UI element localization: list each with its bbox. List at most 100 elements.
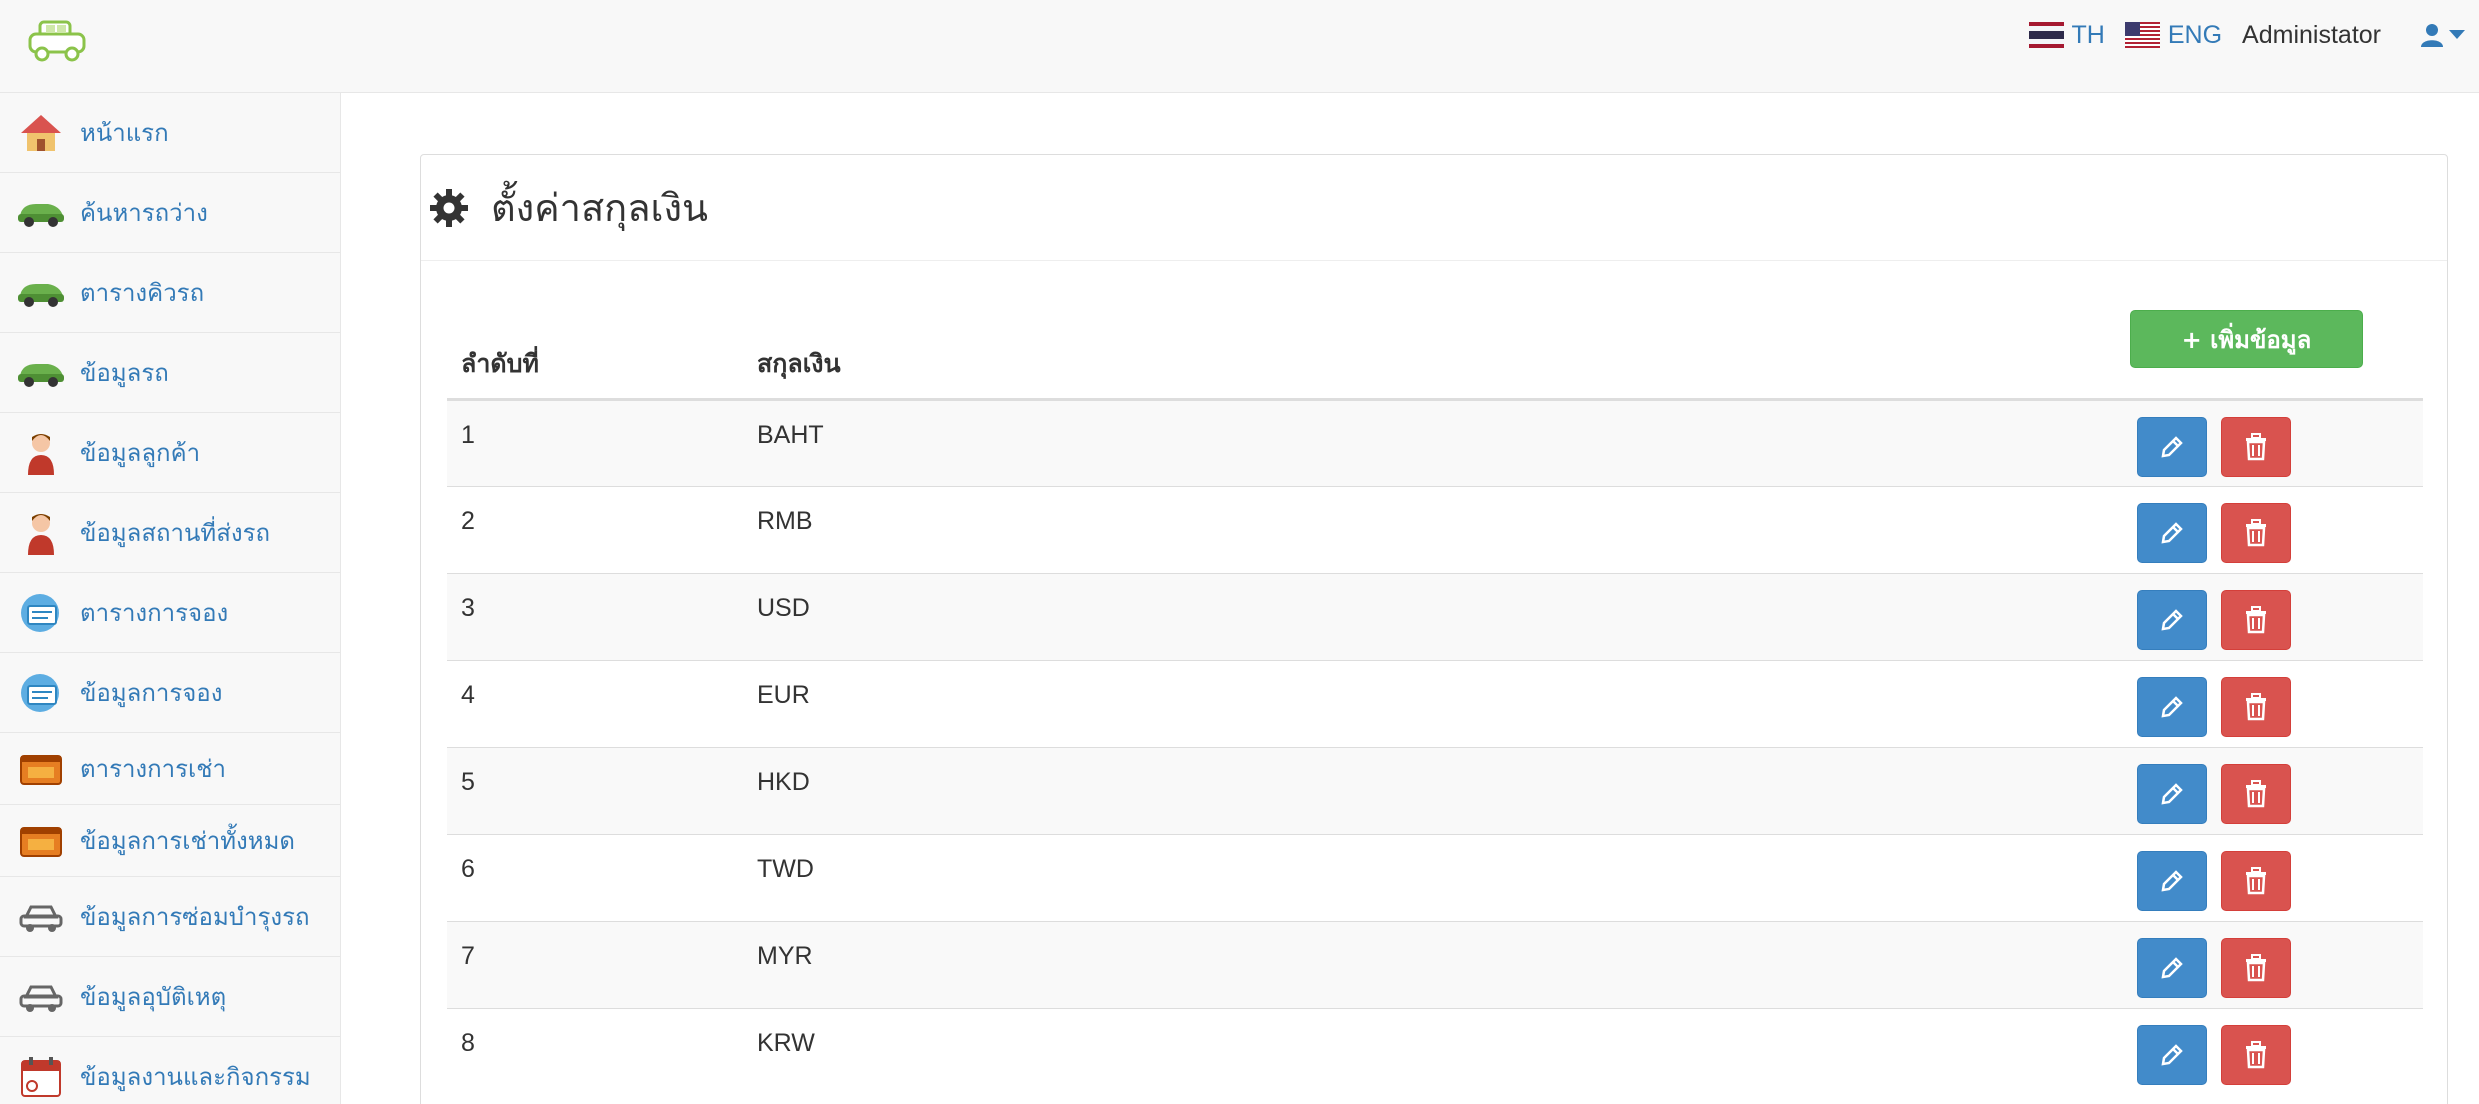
car-logo-icon[interactable] xyxy=(26,18,90,66)
sidebar-item-search-available-car[interactable]: ค้นหารถว่าง xyxy=(0,173,340,253)
delete-button[interactable] xyxy=(2221,938,2291,998)
delete-button[interactable] xyxy=(2221,1025,2291,1085)
table-row: 1 BAHT xyxy=(447,399,2423,487)
pencil-icon xyxy=(2161,609,2183,631)
delete-button[interactable] xyxy=(2221,677,2291,737)
sidebar-item-label: ข้อมูลลูกค้า xyxy=(80,439,201,467)
sidebar-item-home[interactable]: หน้าแรก xyxy=(0,93,340,173)
sidebar-item-rent-table[interactable]: ตารางการเช่า xyxy=(0,733,340,805)
cell-currency: BAHT xyxy=(743,399,2123,487)
lang-eng-link[interactable]: ENG xyxy=(2124,20,2223,50)
sidebar-item-label: ข้อมูลการจอง xyxy=(80,679,223,707)
gear-icon xyxy=(430,188,468,227)
currency-settings-panel: ตั้งค่าสกุลเงิน ลำดับที่ สกุลเงิน + เพิ่… xyxy=(420,154,2448,1104)
page-title: ตั้งค่าสกุลเงิน xyxy=(491,186,708,230)
sidebar-item-booking-table[interactable]: ตารางการจอง xyxy=(0,573,340,653)
currency-table: ลำดับที่ สกุลเงิน + เพิ่มข้อมูล 1 BAHT 2… xyxy=(447,310,2423,1096)
cell-number: 3 xyxy=(447,573,743,661)
pencil-icon xyxy=(2161,1044,2183,1066)
cell-currency: MYR xyxy=(743,921,2123,1009)
column-header-currency: สกุลเงิน xyxy=(743,310,2123,401)
sidebar-item-delivery-location[interactable]: ข้อมูลสถานที่ส่งรถ xyxy=(0,493,340,573)
sidebar-item-maintenance[interactable]: ข้อมูลการซ่อมบำรุงรถ xyxy=(0,877,340,957)
sidebar-item-label: ตารางคิวรถ xyxy=(80,279,205,307)
green-car-icon xyxy=(16,191,66,235)
edit-button[interactable] xyxy=(2137,764,2207,824)
green-car-icon xyxy=(16,351,66,395)
panel-heading: ตั้งค่าสกุลเงิน xyxy=(421,155,2447,261)
pencil-icon xyxy=(2161,522,2183,544)
green-car-icon xyxy=(16,271,66,315)
person-icon xyxy=(16,431,66,475)
trash-icon xyxy=(2246,606,2266,634)
sidebar-item-events[interactable]: ข้อมูลงานและกิจกรรม xyxy=(0,1037,340,1104)
column-header-number: ลำดับที่ xyxy=(447,310,743,401)
edit-button[interactable] xyxy=(2137,938,2207,998)
pencil-icon xyxy=(2161,870,2183,892)
sidebar-item-customer-info[interactable]: ข้อมูลลูกค้า xyxy=(0,413,340,493)
cell-currency: RMB xyxy=(743,486,2123,574)
cell-number: 7 xyxy=(447,921,743,1009)
pencil-icon xyxy=(2161,696,2183,718)
sidebar-item-label: ข้อมูลอุบัติเหตุ xyxy=(80,983,227,1011)
delete-button[interactable] xyxy=(2221,764,2291,824)
rent-icon xyxy=(16,819,66,863)
lang-th-link[interactable]: TH xyxy=(2028,20,2105,50)
edit-button[interactable] xyxy=(2137,851,2207,911)
cell-number: 4 xyxy=(447,660,743,748)
rent-icon xyxy=(16,747,66,791)
sidebar-item-label: ค้นหารถว่าง xyxy=(80,199,208,227)
lang-th-label: TH xyxy=(2071,20,2105,49)
edit-button[interactable] xyxy=(2137,677,2207,737)
edit-button[interactable] xyxy=(2137,503,2207,563)
sidebar-item-label: ตารางการเช่า xyxy=(80,755,227,783)
table-row: 7 MYR xyxy=(447,921,2423,1009)
cell-number: 2 xyxy=(447,486,743,574)
add-data-button[interactable]: + เพิ่มข้อมูล xyxy=(2130,310,2363,368)
sidebar-item-label: ข้อมูลการเช่าทั้งหมด xyxy=(80,827,295,855)
trash-icon xyxy=(2246,433,2266,461)
delete-button[interactable] xyxy=(2221,851,2291,911)
edit-button[interactable] xyxy=(2137,1025,2207,1085)
sidebar-item-label: ข้อมูลงานและกิจกรรม xyxy=(80,1063,311,1091)
pencil-icon xyxy=(2161,436,2183,458)
sidebar-item-label: ข้อมูลรถ xyxy=(80,359,169,387)
sidebar-item-all-rentals[interactable]: ข้อมูลการเช่าทั้งหมด xyxy=(0,805,340,877)
pencil-icon xyxy=(2161,783,2183,805)
table-row: 3 USD xyxy=(447,573,2423,661)
table-row: 8 KRW xyxy=(447,1008,2423,1096)
edit-button[interactable] xyxy=(2137,417,2207,477)
pencil-icon xyxy=(2161,957,2183,979)
table-header-row: ลำดับที่ สกุลเงิน + เพิ่มข้อมูล xyxy=(447,310,2423,401)
delete-button[interactable] xyxy=(2221,417,2291,477)
sidebar-item-accident[interactable]: ข้อมูลอุบัติเหตุ xyxy=(0,957,340,1037)
delete-button[interactable] xyxy=(2221,590,2291,650)
sidebar-item-label: ตารางการจอง xyxy=(80,599,229,627)
sidebar-item-booking-info[interactable]: ข้อมูลการจอง xyxy=(0,653,340,733)
sidebar-item-car-queue[interactable]: ตารางคิวรถ xyxy=(0,253,340,333)
calendar-icon xyxy=(16,1055,66,1099)
table-row: 5 HKD xyxy=(447,747,2423,835)
edit-button[interactable] xyxy=(2137,590,2207,650)
sidebar: หน้าแรก ค้นหารถว่าง ตารางคิวรถ ข้อมูลรถ … xyxy=(0,93,341,1104)
thai-flag-icon xyxy=(2028,22,2064,48)
trash-icon xyxy=(2246,1041,2266,1069)
gray-car-icon xyxy=(16,975,66,1019)
delete-button[interactable] xyxy=(2221,503,2291,563)
user-menu-toggle[interactable] xyxy=(2421,23,2471,47)
home-icon xyxy=(16,111,66,155)
caret-down-icon xyxy=(2449,30,2465,39)
trash-icon xyxy=(2246,693,2266,721)
lang-eng-label: ENG xyxy=(2167,20,2223,49)
us-flag-icon xyxy=(2124,22,2160,48)
cell-number: 1 xyxy=(447,399,743,487)
table-row: 2 RMB xyxy=(447,486,2423,574)
gray-car-icon xyxy=(16,895,66,939)
person-icon xyxy=(16,511,66,555)
sidebar-item-car-info[interactable]: ข้อมูลรถ xyxy=(0,333,340,413)
user-icon xyxy=(2421,24,2443,47)
column-header-actions: + เพิ่มข้อมูล xyxy=(2123,310,2423,401)
cell-currency: HKD xyxy=(743,747,2123,835)
user-name: Administator xyxy=(2242,20,2381,49)
trash-icon xyxy=(2246,780,2266,808)
